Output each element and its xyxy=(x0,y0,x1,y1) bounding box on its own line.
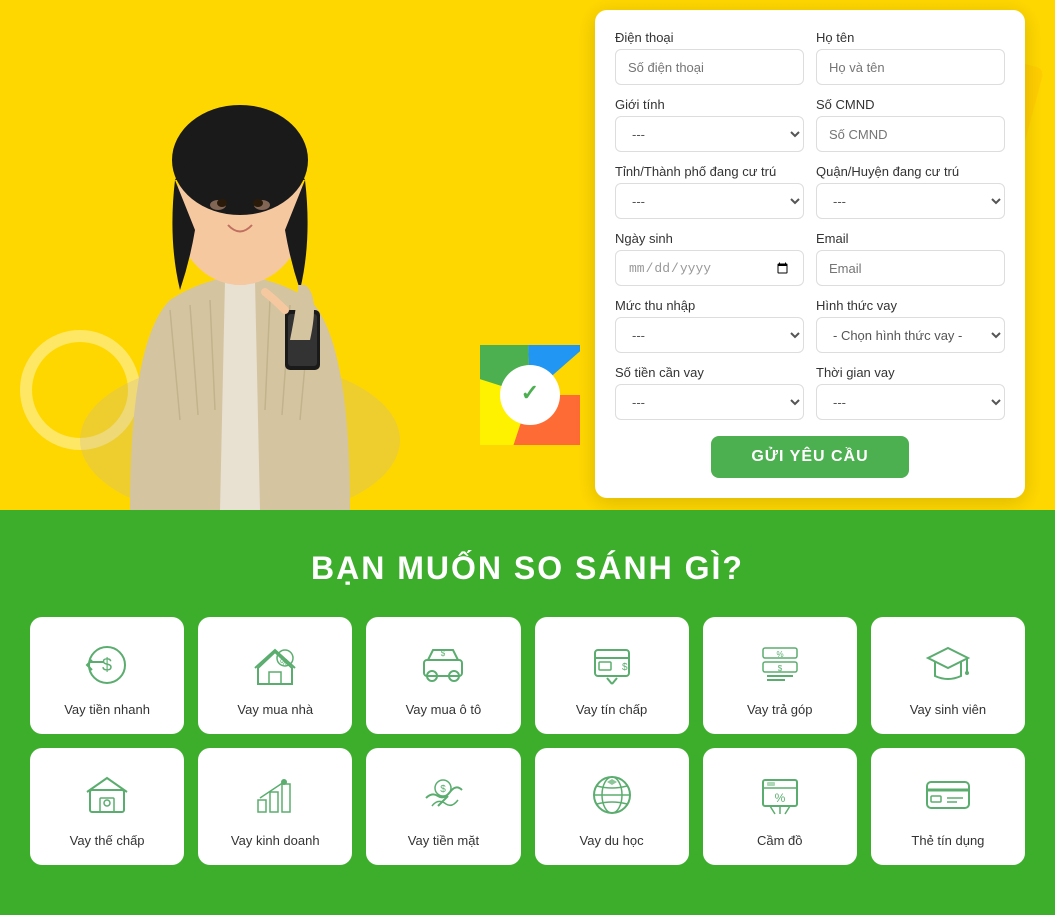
card-vay-mua-nha[interactable]: % Vay mua nhà xyxy=(198,617,352,734)
card-label-vay-mua-nha: Vay mua nhà xyxy=(237,702,313,719)
cards-grid-row1: $ Vay tiền nhanh % Vay mua nhà xyxy=(30,617,1025,734)
svg-text:%: % xyxy=(280,658,289,669)
income-select[interactable]: --- xyxy=(615,317,804,353)
svg-text:$: $ xyxy=(441,649,446,658)
card-label-vay-sinh-vien: Vay sinh viên xyxy=(910,702,986,719)
hero-section: ✓ Điện thoại Họ tên Giới tính --- Nam Nữ xyxy=(0,0,1055,510)
dob-label: Ngày sinh xyxy=(615,231,804,246)
amount-label: Số tiền cần vay xyxy=(615,365,804,380)
form-group-loantype: Hình thức vay - Chọn hình thức vay - xyxy=(816,298,1005,353)
loantype-select[interactable]: - Chọn hình thức vay - xyxy=(816,317,1005,353)
form-row-phone-name: Điện thoại Họ tên xyxy=(615,30,1005,85)
study-abroad-icon xyxy=(584,768,639,823)
installment-icon: % $ xyxy=(752,637,807,692)
form-row-income-loantype: Mức thu nhập --- Hình thức vay - Chọn hì… xyxy=(615,298,1005,353)
income-label: Mức thu nhập xyxy=(615,298,804,313)
cash-loan-icon: $ xyxy=(416,768,471,823)
person-image xyxy=(50,20,430,510)
card-vay-sinh-vien[interactable]: Vay sinh viên xyxy=(871,617,1025,734)
district-select[interactable]: --- xyxy=(816,183,1005,219)
card-vay-kinh-doanh[interactable]: Vay kinh doanh xyxy=(198,748,352,865)
compare-title: BẠN MUỐN SO SÁNH GÌ? xyxy=(30,550,1025,587)
card-vay-tien-nhanh[interactable]: $ Vay tiền nhanh xyxy=(30,617,184,734)
svg-text:%: % xyxy=(776,650,783,659)
form-row-amount-duration: Số tiền cần vay --- Thời gian vay --- xyxy=(615,365,1005,420)
phone-label: Điện thoại xyxy=(615,30,804,45)
form-group-dob: Ngày sinh xyxy=(615,231,804,286)
svg-text:$: $ xyxy=(441,784,447,795)
card-vay-mua-oto[interactable]: $ Vay mua ô tô xyxy=(366,617,520,734)
form-group-district: Quận/Huyện đang cư trú --- xyxy=(816,164,1005,219)
cards-grid-row2: Vay thế chấp Vay kinh doanh xyxy=(30,748,1025,865)
loantype-label: Hình thức vay xyxy=(816,298,1005,313)
form-group-email: Email xyxy=(816,231,1005,286)
form-group-cmnd: Số CMND xyxy=(816,97,1005,152)
card-label-vay-tien-nhanh: Vay tiền nhanh xyxy=(64,702,150,719)
province-label: Tỉnh/Thành phố đang cư trú xyxy=(615,164,804,179)
cmnd-label: Số CMND xyxy=(816,97,1005,112)
svg-text:$: $ xyxy=(778,664,783,673)
home-loan-icon: % xyxy=(248,637,303,692)
card-vay-du-hoc[interactable]: Vay du học xyxy=(535,748,689,865)
svg-text:%: % xyxy=(774,791,785,805)
email-label: Email xyxy=(816,231,1005,246)
svg-text:$: $ xyxy=(102,655,112,675)
card-label-vay-tin-chap: Vay tín chấp xyxy=(576,702,647,719)
form-panel: Điện thoại Họ tên Giới tính --- Nam Nữ S… xyxy=(595,10,1025,498)
student-loan-icon xyxy=(920,637,975,692)
form-group-amount: Số tiền cần vay --- xyxy=(615,365,804,420)
card-the-tin-dung[interactable]: Thẻ tín dụng xyxy=(871,748,1025,865)
card-label-vay-tra-gop: Vay trả góp xyxy=(747,702,813,719)
card-vay-tra-gop[interactable]: % $ Vay trả góp xyxy=(703,617,857,734)
card-label-vay-du-hoc: Vay du học xyxy=(580,833,644,850)
name-label: Họ tên xyxy=(816,30,1005,45)
fast-money-icon: $ xyxy=(80,637,135,692)
phone-input[interactable] xyxy=(615,49,804,85)
district-label: Quận/Huyện đang cư trú xyxy=(816,164,1005,179)
business-loan-icon xyxy=(248,768,303,823)
gender-select[interactable]: --- Nam Nữ xyxy=(615,116,804,152)
pawn-icon: % xyxy=(752,768,807,823)
form-group-phone: Điện thoại xyxy=(615,30,804,85)
email-input[interactable] xyxy=(816,250,1005,286)
province-select[interactable]: --- xyxy=(615,183,804,219)
name-input[interactable] xyxy=(816,49,1005,85)
form-row-gender-cmnd: Giới tính --- Nam Nữ Số CMND xyxy=(615,97,1005,152)
svg-text:$: $ xyxy=(622,662,628,673)
credit-loan-icon: $ xyxy=(584,637,639,692)
compare-section: BẠN MUỐN SO SÁNH GÌ? $ Vay tiền nhanh xyxy=(0,510,1055,915)
card-label-vay-kinh-doanh: Vay kinh doanh xyxy=(231,833,320,850)
credit-card-icon xyxy=(920,768,975,823)
mortgage-icon xyxy=(80,768,135,823)
submit-button[interactable]: GỬI YÊU CẦU xyxy=(711,436,908,478)
amount-select[interactable]: --- xyxy=(615,384,804,420)
form-group-duration: Thời gian vay --- xyxy=(816,365,1005,420)
card-label-the-tin-dung: Thẻ tín dụng xyxy=(911,833,984,850)
gender-label: Giới tính xyxy=(615,97,804,112)
duration-label: Thời gian vay xyxy=(816,365,1005,380)
submit-row: GỬI YÊU CẦU xyxy=(615,436,1005,478)
card-label-cam-do: Cầm đồ xyxy=(757,833,803,850)
card-label-vay-mua-oto: Vay mua ô tô xyxy=(406,702,482,719)
dob-input[interactable] xyxy=(615,250,804,286)
cmnd-input[interactable] xyxy=(816,116,1005,152)
card-label-vay-the-chap: Vay thế chấp xyxy=(70,833,145,850)
car-loan-icon: $ xyxy=(416,637,471,692)
card-vay-tin-chap[interactable]: $ Vay tín chấp xyxy=(535,617,689,734)
form-row-dob-email: Ngày sinh Email xyxy=(615,231,1005,286)
svg-text:✓: ✓ xyxy=(521,380,539,405)
card-vay-tien-mat[interactable]: $ Vay tiền mặt xyxy=(366,748,520,865)
form-group-province: Tỉnh/Thành phố đang cư trú --- xyxy=(615,164,804,219)
person-area xyxy=(0,0,560,510)
form-group-name: Họ tên xyxy=(816,30,1005,85)
card-label-vay-tien-mat: Vay tiền mặt xyxy=(408,833,479,850)
card-vay-the-chap[interactable]: Vay thế chấp xyxy=(30,748,184,865)
card-cam-do[interactable]: % Cầm đồ xyxy=(703,748,857,865)
form-row-province-district: Tỉnh/Thành phố đang cư trú --- Quận/Huyệ… xyxy=(615,164,1005,219)
deco-pie: ✓ xyxy=(480,345,580,450)
form-group-income: Mức thu nhập --- xyxy=(615,298,804,353)
duration-select[interactable]: --- xyxy=(816,384,1005,420)
form-group-gender: Giới tính --- Nam Nữ xyxy=(615,97,804,152)
